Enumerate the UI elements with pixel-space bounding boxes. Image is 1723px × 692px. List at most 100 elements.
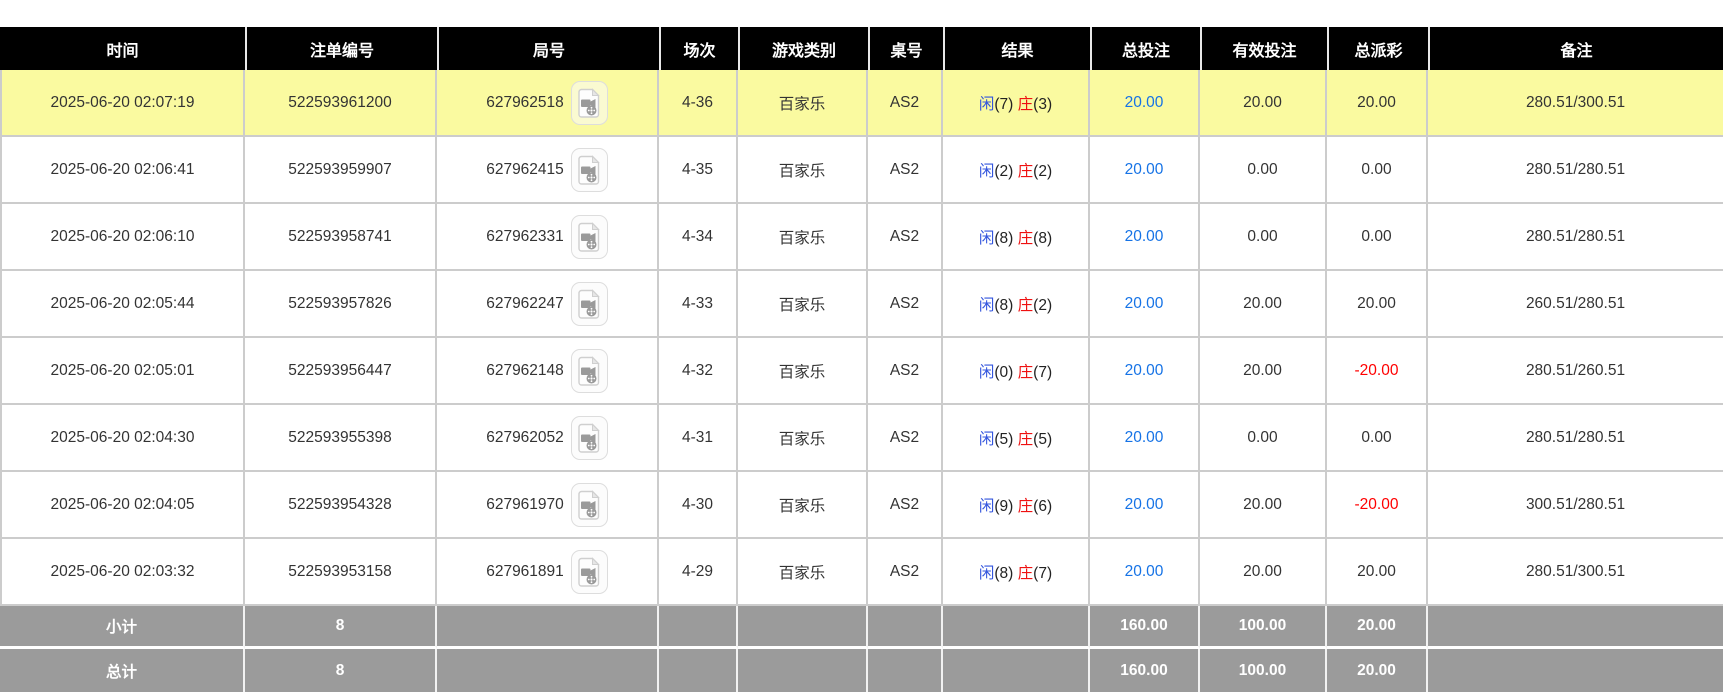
result-player-score: (2) bbox=[994, 163, 1013, 180]
cell-total-bet[interactable]: 20.00 bbox=[1090, 271, 1200, 338]
cell-total-bet[interactable]: 20.00 bbox=[1090, 70, 1200, 137]
cell-result: 闲(5) 庄(5) bbox=[943, 405, 1090, 472]
video-replay-button[interactable] bbox=[571, 483, 608, 527]
cell-bet-id: 522593958741 bbox=[245, 204, 437, 271]
table-row: 2025-06-20 02:07:19 522593961200 6279625… bbox=[0, 70, 1723, 137]
cell-session: 4-29 bbox=[659, 539, 738, 606]
total-empty-cell bbox=[1428, 649, 1723, 692]
video-replay-button[interactable] bbox=[571, 81, 608, 125]
total-empty-cell bbox=[437, 649, 659, 692]
cell-table-no: AS2 bbox=[868, 70, 943, 137]
col-header-valid-bet: 有效投注 bbox=[1200, 27, 1327, 70]
total-empty-cell bbox=[738, 649, 868, 692]
cell-table-no: AS2 bbox=[868, 137, 943, 204]
result-player-label: 闲 bbox=[979, 364, 995, 381]
round-id-text: 627962415 bbox=[486, 161, 564, 179]
result-player-score: (8) bbox=[994, 565, 1013, 582]
cell-total-bet[interactable]: 20.00 bbox=[1090, 539, 1200, 606]
cell-remark: 280.51/280.51 bbox=[1428, 204, 1723, 271]
cell-time: 2025-06-20 02:04:05 bbox=[0, 472, 245, 539]
cell-payout: 20.00 bbox=[1327, 70, 1428, 137]
subtotal-label: 小计 bbox=[0, 606, 245, 649]
video-file-icon bbox=[577, 423, 601, 453]
cell-table-no: AS2 bbox=[868, 271, 943, 338]
cell-table-no: AS2 bbox=[868, 405, 943, 472]
round-id-text: 627962247 bbox=[486, 295, 564, 313]
cell-session: 4-35 bbox=[659, 137, 738, 204]
cell-total-bet[interactable]: 20.00 bbox=[1090, 204, 1200, 271]
cell-time: 2025-06-20 02:06:10 bbox=[0, 204, 245, 271]
video-replay-button[interactable] bbox=[571, 416, 608, 460]
cell-total-bet[interactable]: 20.00 bbox=[1090, 472, 1200, 539]
result-player-label: 闲 bbox=[979, 498, 995, 515]
result-banker-label: 庄 bbox=[1018, 230, 1034, 247]
cell-payout: 0.00 bbox=[1327, 405, 1428, 472]
cell-payout: -20.00 bbox=[1327, 338, 1428, 405]
cell-valid-bet: 0.00 bbox=[1200, 204, 1327, 271]
cell-time: 2025-06-20 02:05:44 bbox=[0, 271, 245, 338]
cell-session: 4-34 bbox=[659, 204, 738, 271]
result-banker-label: 庄 bbox=[1018, 565, 1034, 582]
subtotal-empty-cell bbox=[868, 606, 943, 649]
col-header-bet-id: 注单编号 bbox=[245, 27, 437, 70]
table-row: 2025-06-20 02:05:01 522593956447 6279621… bbox=[0, 338, 1723, 405]
result-player-label: 闲 bbox=[979, 297, 995, 314]
cell-total-bet[interactable]: 20.00 bbox=[1090, 137, 1200, 204]
cell-bet-id: 522593956447 bbox=[245, 338, 437, 405]
total-valid-bet: 100.00 bbox=[1200, 649, 1327, 692]
cell-game-type: 百家乐 bbox=[738, 204, 868, 271]
cell-table-no: AS2 bbox=[868, 338, 943, 405]
video-replay-button[interactable] bbox=[571, 550, 608, 594]
table-row: 2025-06-20 02:03:32 522593953158 6279618… bbox=[0, 539, 1723, 606]
video-replay-button[interactable] bbox=[571, 282, 608, 326]
cell-total-bet[interactable]: 20.00 bbox=[1090, 338, 1200, 405]
cell-round-id: 627962518 bbox=[437, 70, 659, 137]
result-player-score: (9) bbox=[994, 498, 1013, 515]
col-header-payout: 总派彩 bbox=[1327, 27, 1428, 70]
col-header-total-bet: 总投注 bbox=[1090, 27, 1200, 70]
result-banker-label: 庄 bbox=[1018, 163, 1034, 180]
total-count: 8 bbox=[245, 649, 437, 692]
video-replay-button[interactable] bbox=[571, 349, 608, 393]
result-banker-label: 庄 bbox=[1018, 498, 1034, 515]
table-row: 2025-06-20 02:05:44 522593957826 6279622… bbox=[0, 271, 1723, 338]
bet-records-page: 时间 注单编号 局号 场次 游戏类别 桌号 结果 总投注 有效投注 总派彩 备注… bbox=[0, 0, 1723, 692]
cell-time: 2025-06-20 02:07:19 bbox=[0, 70, 245, 137]
result-banker-score: (7) bbox=[1033, 565, 1052, 582]
cell-round-id: 627961891 bbox=[437, 539, 659, 606]
video-file-icon bbox=[577, 88, 601, 118]
video-replay-button[interactable] bbox=[571, 215, 608, 259]
cell-bet-id: 522593961200 bbox=[245, 70, 437, 137]
subtotal-valid-bet: 100.00 bbox=[1200, 606, 1327, 649]
video-replay-button[interactable] bbox=[571, 148, 608, 192]
total-payout: 20.00 bbox=[1327, 649, 1428, 692]
result-player-label: 闲 bbox=[979, 565, 995, 582]
cell-remark: 280.51/280.51 bbox=[1428, 405, 1723, 472]
cell-table-no: AS2 bbox=[868, 539, 943, 606]
cell-round-id: 627962148 bbox=[437, 338, 659, 405]
cell-payout: 0.00 bbox=[1327, 204, 1428, 271]
result-banker-label: 庄 bbox=[1018, 96, 1034, 113]
cell-game-type: 百家乐 bbox=[738, 405, 868, 472]
subtotal-empty-cell bbox=[659, 606, 738, 649]
cell-valid-bet: 20.00 bbox=[1200, 271, 1327, 338]
table-header: 时间 注单编号 局号 场次 游戏类别 桌号 结果 总投注 有效投注 总派彩 备注 bbox=[0, 27, 1723, 70]
subtotal-payout: 20.00 bbox=[1327, 606, 1428, 649]
cell-time: 2025-06-20 02:06:41 bbox=[0, 137, 245, 204]
cell-remark: 280.51/300.51 bbox=[1428, 70, 1723, 137]
cell-total-bet[interactable]: 20.00 bbox=[1090, 405, 1200, 472]
cell-table-no: AS2 bbox=[868, 204, 943, 271]
cell-game-type: 百家乐 bbox=[738, 137, 868, 204]
result-banker-score: (3) bbox=[1033, 96, 1052, 113]
video-file-icon bbox=[577, 222, 601, 252]
round-id-text: 627962331 bbox=[486, 228, 564, 246]
result-player-label: 闲 bbox=[979, 230, 995, 247]
cell-time: 2025-06-20 02:05:01 bbox=[0, 338, 245, 405]
col-header-time: 时间 bbox=[0, 27, 245, 70]
cell-round-id: 627961970 bbox=[437, 472, 659, 539]
result-banker-score: (2) bbox=[1033, 163, 1052, 180]
table-body: 2025-06-20 02:07:19 522593961200 6279625… bbox=[0, 70, 1723, 606]
result-banker-label: 庄 bbox=[1018, 364, 1034, 381]
cell-valid-bet: 20.00 bbox=[1200, 472, 1327, 539]
cell-result: 闲(8) 庄(8) bbox=[943, 204, 1090, 271]
